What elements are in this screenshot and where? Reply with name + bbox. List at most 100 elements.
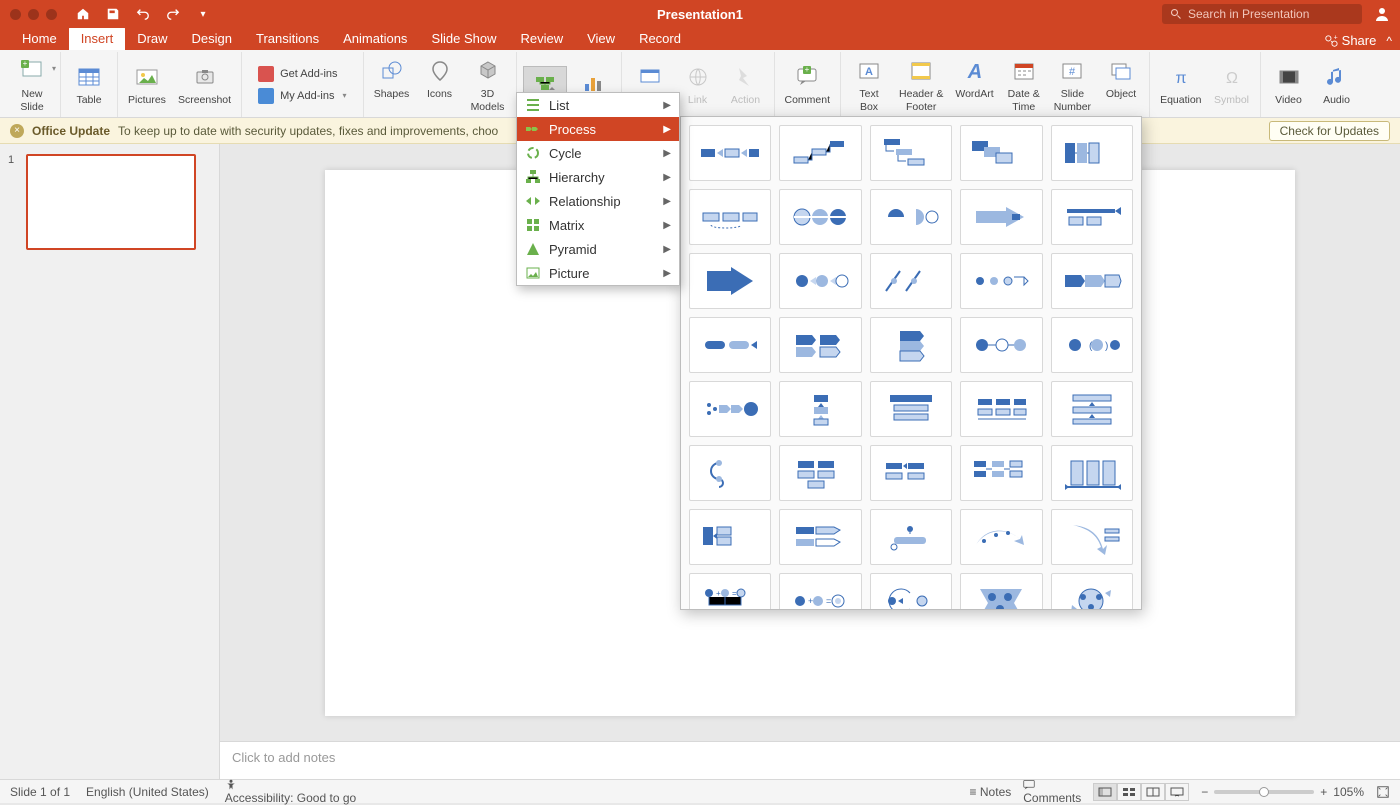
collapse-ribbon-icon[interactable]: ^ [1386, 34, 1392, 48]
smartart-process-option[interactable] [1051, 189, 1133, 245]
video-button[interactable]: Video [1267, 60, 1311, 108]
smartart-gallery[interactable]: () +=+= [680, 116, 1142, 610]
smartart-process-option[interactable] [1051, 445, 1133, 501]
smartart-process-option[interactable] [689, 189, 771, 245]
smartart-process-option[interactable] [870, 573, 952, 610]
smartart-process-option[interactable] [1051, 381, 1133, 437]
table-button[interactable]: Table [67, 60, 111, 108]
smartart-process-option[interactable] [870, 381, 952, 437]
smartart-process-option[interactable] [1051, 573, 1133, 610]
smartart-cat-matrix[interactable]: Matrix▶ [517, 213, 679, 237]
undo-icon[interactable] [135, 6, 151, 22]
smartart-process-option[interactable] [779, 189, 861, 245]
smartart-cat-hierarchy[interactable]: Hierarchy▶ [517, 165, 679, 189]
comment-button[interactable]: + Comment [781, 60, 835, 108]
slide-thumbnail-panel[interactable]: 1 [0, 144, 220, 779]
smartart-process-option[interactable] [779, 317, 861, 373]
smartart-process-option[interactable] [1051, 253, 1133, 309]
link-button[interactable]: Link [676, 60, 720, 108]
minimize-window-icon[interactable] [28, 9, 39, 20]
redo-icon[interactable] [165, 6, 181, 22]
user-account-icon[interactable] [1374, 6, 1390, 22]
smartart-process-option[interactable]: () [1051, 317, 1133, 373]
header-footer-button[interactable]: Header & Footer [895, 54, 947, 114]
zoom-percent[interactable]: 105% [1333, 785, 1364, 799]
smartart-process-option[interactable] [960, 573, 1042, 610]
tab-view[interactable]: View [575, 27, 627, 50]
share-button[interactable]: + Share [1324, 33, 1377, 48]
smartart-process-option[interactable] [870, 317, 952, 373]
smartart-process-option[interactable] [779, 445, 861, 501]
fit-to-window-button[interactable] [1376, 785, 1390, 799]
smartart-process-option[interactable] [870, 125, 952, 181]
my-addins-button[interactable]: My Add-ins▾ [254, 86, 350, 106]
tab-slideshow[interactable]: Slide Show [419, 27, 508, 50]
maximize-window-icon[interactable] [46, 9, 57, 20]
customize-qat-icon[interactable]: ▾ [195, 6, 211, 22]
slideshow-view-button[interactable] [1165, 783, 1189, 801]
slide-thumbnail-1[interactable] [26, 154, 196, 250]
zoom-slider-thumb[interactable] [1259, 787, 1269, 797]
pictures-button[interactable]: Pictures [124, 60, 170, 108]
close-window-icon[interactable] [10, 9, 21, 20]
3d-models-button[interactable]: 3D Models [466, 54, 510, 114]
slide-number-button[interactable]: # Slide Number [1050, 54, 1095, 114]
sorter-view-button[interactable] [1117, 783, 1141, 801]
smartart-process-option[interactable] [1051, 125, 1133, 181]
smartart-process-option[interactable] [689, 125, 771, 181]
screenshot-button[interactable]: Screenshot [174, 60, 235, 108]
object-button[interactable]: Object [1099, 54, 1143, 114]
tab-transitions[interactable]: Transitions [244, 27, 331, 50]
normal-view-button[interactable] [1093, 783, 1117, 801]
home-icon[interactable] [75, 6, 91, 22]
smartart-process-option[interactable] [960, 381, 1042, 437]
smartart-process-option[interactable] [870, 509, 952, 565]
reading-view-button[interactable] [1141, 783, 1165, 801]
smartart-process-option[interactable] [960, 125, 1042, 181]
smartart-process-option[interactable] [689, 445, 771, 501]
save-icon[interactable] [105, 6, 121, 22]
check-updates-button[interactable]: Check for Updates [1269, 121, 1390, 141]
smartart-process-option[interactable] [779, 381, 861, 437]
smartart-process-option[interactable] [960, 189, 1042, 245]
smartart-process-option[interactable] [960, 317, 1042, 373]
notes-toggle[interactable]: ≡ Notes [970, 785, 1012, 799]
smartart-process-option[interactable] [870, 189, 952, 245]
tab-draw[interactable]: Draw [125, 27, 179, 50]
smartart-process-option[interactable] [779, 253, 861, 309]
get-addins-button[interactable]: Get Add-ins [254, 64, 350, 84]
close-updatebar-icon[interactable]: × [10, 124, 24, 138]
equation-button[interactable]: π Equation [1156, 60, 1205, 108]
datetime-button[interactable]: Date & Time [1002, 54, 1046, 114]
smartart-process-option[interactable]: += [689, 573, 771, 610]
smartart-cat-pyramid[interactable]: Pyramid▶ [517, 237, 679, 261]
zoom-slider[interactable] [1214, 790, 1314, 794]
smartart-process-option[interactable] [689, 509, 771, 565]
smartart-process-option[interactable] [779, 125, 861, 181]
textbox-button[interactable]: A Text Box [847, 54, 891, 114]
smartart-process-option[interactable] [689, 381, 771, 437]
smartart-process-option[interactable] [960, 253, 1042, 309]
smartart-process-option[interactable] [870, 445, 952, 501]
smartart-process-option[interactable] [779, 509, 861, 565]
new-slide-button[interactable]: + New Slide ▾ [10, 54, 54, 114]
language-status[interactable]: English (United States) [86, 785, 209, 799]
zoom-in-button[interactable]: + [1320, 785, 1327, 799]
smartart-process-option[interactable] [960, 445, 1042, 501]
smartart-cat-relationship[interactable]: Relationship▶ [517, 189, 679, 213]
search-box[interactable] [1162, 4, 1362, 24]
tab-design[interactable]: Design [180, 27, 244, 50]
shapes-button[interactable]: Shapes [370, 54, 414, 114]
wordart-button[interactable]: A WordArt [951, 54, 997, 114]
audio-button[interactable]: Audio [1315, 60, 1359, 108]
smartart-process-option[interactable] [689, 253, 771, 309]
comments-toggle[interactable]: Comments [1023, 779, 1081, 805]
tab-animations[interactable]: Animations [331, 27, 419, 50]
tab-review[interactable]: Review [508, 27, 575, 50]
smartart-process-option[interactable]: += [779, 573, 861, 610]
tab-insert[interactable]: Insert [69, 27, 126, 50]
zoom-out-button[interactable]: − [1201, 785, 1208, 799]
notes-pane[interactable]: Click to add notes [220, 741, 1400, 779]
smartart-process-option[interactable] [689, 317, 771, 373]
accessibility-status[interactable]: Accessibility: Good to go [225, 779, 356, 805]
